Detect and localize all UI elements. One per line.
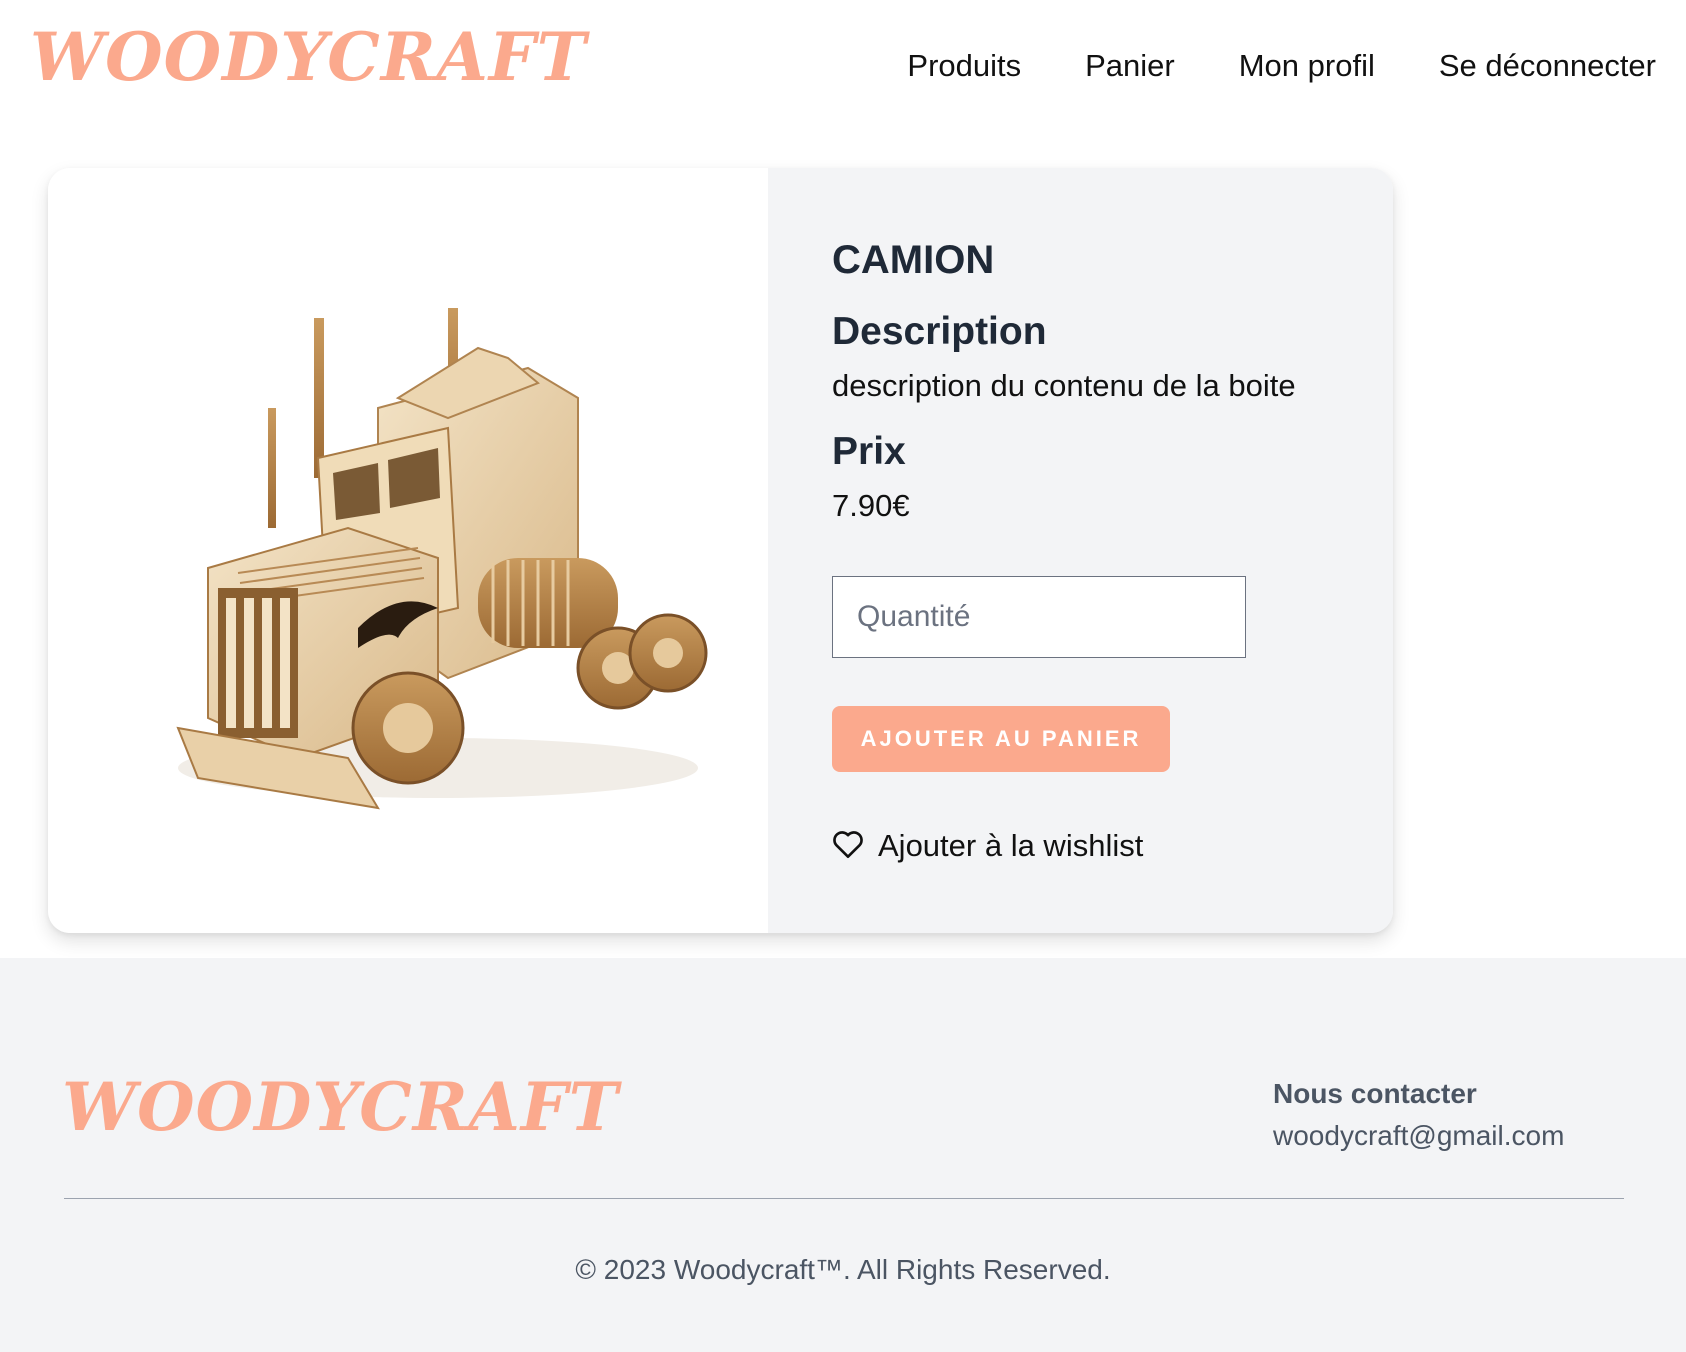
add-to-wishlist-link[interactable]: Ajouter à la wishlist bbox=[832, 828, 1143, 864]
heart-outline-icon bbox=[832, 829, 864, 863]
contact-email-link[interactable]: woodycraft@gmail.com bbox=[1273, 1120, 1564, 1151]
quantity-input[interactable] bbox=[832, 576, 1246, 658]
nav-link-se-deconnecter[interactable]: Se déconnecter bbox=[1439, 48, 1656, 84]
add-to-cart-button[interactable]: AJOUTER AU PANIER bbox=[832, 706, 1170, 772]
nav-link-panier[interactable]: Panier bbox=[1085, 48, 1175, 84]
footer-logo[interactable]: WOODYCRAFT bbox=[62, 1068, 619, 1146]
footer-divider bbox=[64, 1198, 1624, 1199]
main-nav: Produits Panier Mon profil Se déconnecte… bbox=[907, 48, 1656, 84]
contact-heading: Nous contacter bbox=[1273, 1078, 1477, 1109]
nav-link-mon-profil[interactable]: Mon profil bbox=[1239, 48, 1375, 84]
wishlist-label: Ajouter à la wishlist bbox=[878, 828, 1144, 863]
footer-logo-text: WOODYCRAFT bbox=[62, 1068, 619, 1146]
price-value: 7.90€ bbox=[832, 488, 910, 523]
header-logo[interactable]: WOODYCRAFT bbox=[30, 18, 587, 96]
site-header: WOODYCRAFT Produits Panier Mon profil Se… bbox=[0, 0, 1686, 140]
product-card: CAMION Description description du conten… bbox=[48, 168, 1393, 933]
product-info-panel: CAMION Description description du conten… bbox=[768, 168, 1393, 933]
nav-link-produits[interactable]: Produits bbox=[907, 48, 1021, 84]
site-footer: WOODYCRAFT Nous contacter woodycraft@gma… bbox=[0, 958, 1686, 1352]
price-heading: Prix bbox=[832, 430, 906, 473]
description-text: description du contenu de la boite bbox=[832, 368, 1296, 403]
product-image-panel bbox=[48, 168, 768, 933]
copyright-text: © 2023 Woodycraft™. All Rights Reserved. bbox=[575, 1254, 1111, 1285]
product-title: CAMION bbox=[832, 238, 995, 282]
wooden-truck-model-image bbox=[176, 308, 708, 810]
description-heading: Description bbox=[832, 310, 1047, 353]
logo-text: WOODYCRAFT bbox=[30, 18, 587, 96]
contact-block: Nous contacter woodycraft@gmail.com bbox=[1273, 1078, 1564, 1152]
